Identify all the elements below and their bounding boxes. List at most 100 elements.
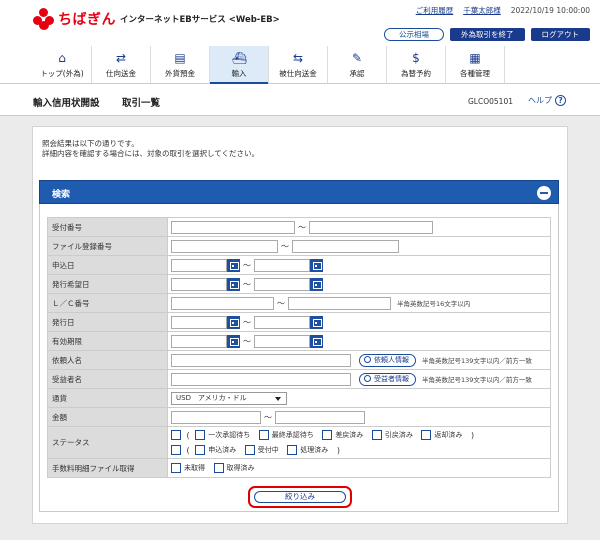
requester-name-input[interactable] xyxy=(171,353,351,367)
beneficiary-name-input[interactable] xyxy=(171,372,351,386)
receipt-no-to-input[interactable] xyxy=(309,220,433,234)
public-rate-button[interactable]: 公示相場 xyxy=(384,28,444,41)
beneficiary-lookup-label: 受益者情報 xyxy=(374,374,409,383)
paren-close: ) xyxy=(470,430,475,440)
status-option-label: 返却済み xyxy=(434,430,463,439)
help-link[interactable]: ヘルプ ? xyxy=(528,95,566,106)
calendar-icon[interactable] xyxy=(227,258,240,272)
calendar-icon[interactable] xyxy=(310,315,323,329)
logout-button[interactable]: ログアウト xyxy=(530,28,590,41)
fee-not-acquired-checkbox[interactable] xyxy=(171,463,181,473)
beneficiary-lookup-button[interactable]: 受益者情報 xyxy=(359,372,416,386)
search-button[interactable]: 絞り込み xyxy=(254,491,346,503)
apply-date-from-input[interactable] xyxy=(171,258,227,272)
lc-no-note: 半角英数記号16文字以内 xyxy=(397,300,471,308)
import-icon: ⛴ xyxy=(232,51,248,65)
collapse-icon[interactable] xyxy=(537,186,551,200)
page-title: 輸入信用状開設 xyxy=(33,98,100,109)
status-checkbox[interactable] xyxy=(195,445,206,455)
bank-logo-icon xyxy=(33,8,55,30)
status-all-checkbox[interactable] xyxy=(171,430,181,440)
nav-fx-contract[interactable]: $ 為替予約 xyxy=(387,46,446,83)
nav-import[interactable]: ⛴ 輸入 xyxy=(210,46,269,84)
help-label: ヘルプ xyxy=(528,96,552,105)
requester-lookup-label: 依頼人情報 xyxy=(374,355,409,364)
row-status: ステータス ( 一次承認待ち 最終承認待ち 差戻済み 引戻済み 返却済み ) (… xyxy=(47,426,551,459)
receipt-no-label: 受付番号 xyxy=(47,217,168,237)
status-checkbox[interactable] xyxy=(244,445,255,455)
tilde: ～ xyxy=(281,241,289,251)
message-line: 照会結果は以下の通りです。 xyxy=(42,139,139,148)
amount-from-input[interactable] xyxy=(171,410,261,424)
status-label: ステータス xyxy=(47,426,168,459)
requester-lookup-button[interactable]: 依頼人情報 xyxy=(359,353,416,367)
status-checkbox[interactable] xyxy=(322,430,333,440)
status-option-label: 処理済み xyxy=(300,445,329,454)
page-subtitle: 取引一覧 xyxy=(122,98,161,109)
nav-label: 仕向送金 xyxy=(106,69,136,78)
apply-date-label: 申込日 xyxy=(47,255,168,275)
status-group2-checkbox[interactable] xyxy=(171,445,181,455)
incoming-remittance-icon: ⇆ xyxy=(292,51,304,65)
status-checkbox[interactable] xyxy=(195,430,206,440)
lc-no-from-input[interactable] xyxy=(171,296,274,310)
nav-management[interactable]: ▦ 各種管理 xyxy=(446,46,505,83)
fee-acquired-checkbox[interactable] xyxy=(213,463,224,473)
calendar-icon[interactable] xyxy=(227,315,240,329)
issue-date-to-input[interactable] xyxy=(254,315,310,329)
file-reg-no-from-input[interactable] xyxy=(171,239,278,253)
search-header[interactable]: 検索 xyxy=(39,180,559,204)
deposit-icon: ▤ xyxy=(174,51,186,65)
calendar-icon[interactable] xyxy=(310,277,323,291)
desired-issue-date-from-input[interactable] xyxy=(171,277,227,291)
paren-open: ( xyxy=(186,430,190,440)
calendar-icon[interactable] xyxy=(310,334,323,348)
status-checkbox[interactable] xyxy=(371,430,382,440)
status-checkbox[interactable] xyxy=(421,430,432,440)
calendar-icon[interactable] xyxy=(310,258,323,272)
row-expiry-date: 有効期限 ～ xyxy=(47,331,551,351)
calendar-icon[interactable] xyxy=(227,277,240,291)
nav-deposit[interactable]: ▤ 外貨預金 xyxy=(151,46,210,83)
nav-label: 外貨預金 xyxy=(165,69,195,78)
home-icon: ⌂ xyxy=(58,51,66,65)
user-name-link[interactable]: 千葉太郎様 xyxy=(463,5,501,16)
screen-id: GLCO05101 xyxy=(468,97,513,106)
status-checkbox[interactable] xyxy=(287,445,298,455)
issue-date-from-input[interactable] xyxy=(171,315,227,329)
apply-date-to-input[interactable] xyxy=(254,258,310,272)
nav-approval[interactable]: ✎ 承認 xyxy=(328,46,387,83)
help-icon: ? xyxy=(555,95,566,106)
receipt-no-from-input[interactable] xyxy=(171,220,295,234)
calendar-icon[interactable] xyxy=(227,334,240,348)
requester-note: 半角英数記号139文字以内／前方一致 xyxy=(422,357,532,365)
currency-select[interactable]: USD アメリカ・ドル xyxy=(171,391,287,405)
nav-label: 為替予約 xyxy=(401,69,431,78)
login-timestamp: 2022/10/19 10:00:00 xyxy=(510,6,590,15)
amount-to-input[interactable] xyxy=(275,410,365,424)
service-name: インターネットEBサービス <Web-EB> xyxy=(120,15,280,25)
status-checkbox[interactable] xyxy=(258,430,269,440)
expiry-date-to-input[interactable] xyxy=(254,334,310,348)
usage-history-link[interactable]: ご利用履歴 xyxy=(416,5,454,16)
row-currency: 通貨 USD アメリカ・ドル xyxy=(47,388,551,408)
expiry-date-label: 有効期限 xyxy=(47,331,168,351)
nav-top[interactable]: ⌂ トップ(外為) xyxy=(33,46,92,83)
beneficiary-name-label: 受益者名 xyxy=(47,369,168,389)
desired-issue-date-to-input[interactable] xyxy=(254,277,310,291)
nav-label: 被仕向送金 xyxy=(279,69,317,78)
beneficiary-note: 半角英数記号139文字以内／前方一致 xyxy=(422,376,532,384)
fx-contract-icon: $ xyxy=(412,51,420,65)
tilde: ～ xyxy=(243,317,251,327)
row-issue-date: 発行日 ～ xyxy=(47,312,551,332)
end-fx-button[interactable]: 外為取引を終了 xyxy=(450,28,525,41)
expiry-date-from-input[interactable] xyxy=(171,334,227,348)
nav-incoming-remittance[interactable]: ⇆ 被仕向送金 xyxy=(269,46,328,83)
fee-option-label: 取得済み xyxy=(226,464,255,472)
fee-file-label: 手数料明細ファイル取得 xyxy=(47,458,168,478)
result-message: 照会結果は以下の通りです。 詳細内容を確認する場合には、対象の取引を選択してくだ… xyxy=(42,139,259,159)
file-reg-no-to-input[interactable] xyxy=(292,239,399,253)
lc-no-to-input[interactable] xyxy=(288,296,391,310)
search-form: 受付番号 ～ ファイル登録番号 ～ 申込日 ～ 発行希望日 ～ Ｌ／Ｃ番号 ～ 半… xyxy=(47,217,551,478)
nav-remittance[interactable]: ⇄ 仕向送金 xyxy=(92,46,151,83)
